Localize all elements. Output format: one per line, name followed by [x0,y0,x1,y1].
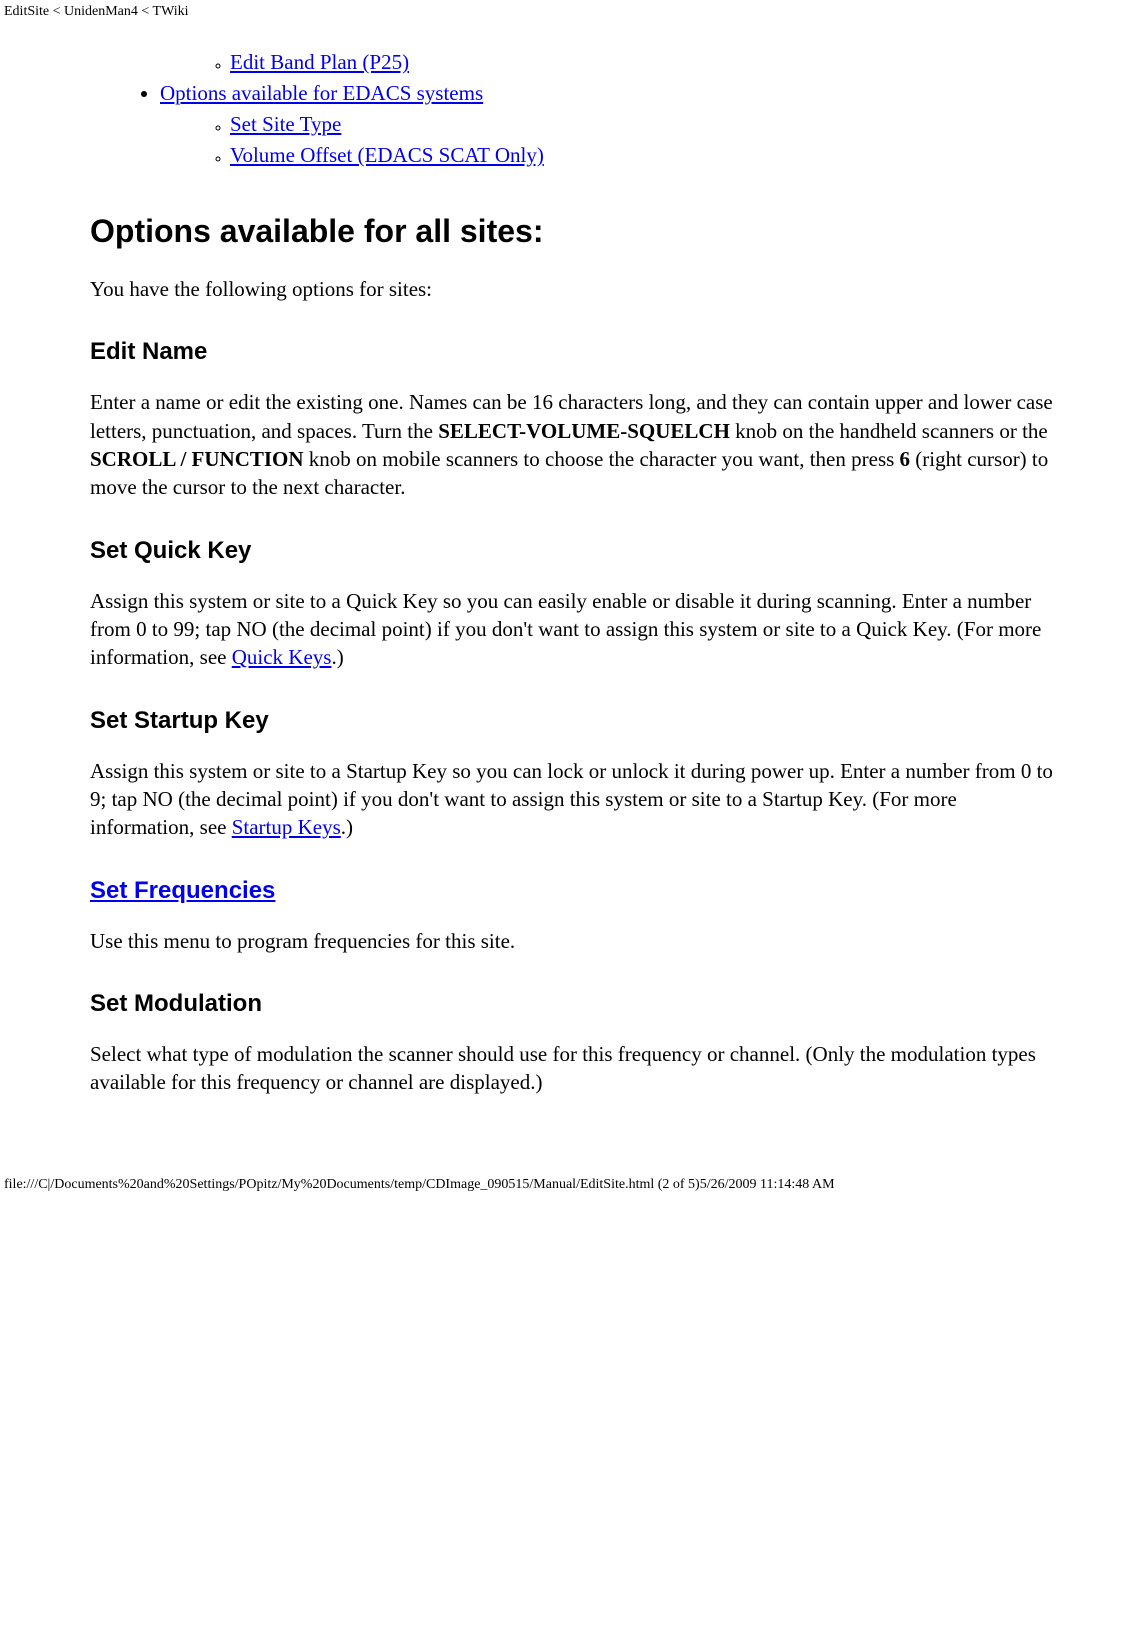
toc-sublist-1: Set Site Type Volume Offset (EDACS SCAT … [160,112,1055,168]
toc-link-volume-offset[interactable]: Volume Offset (EDACS SCAT Only) [230,143,544,167]
heading-set-frequencies: Set Frequencies [90,877,1055,905]
toc-link-edacs-options[interactable]: Options available for EDACS systems [160,81,483,105]
toc-sublist-0: Edit Band Plan (P25) [160,50,1055,75]
link-set-frequencies[interactable]: Set Frequencies [90,877,275,904]
heading-set-modulation: Set Modulation [90,990,1055,1018]
text-set-modulation: Select what type of modulation the scann… [90,1040,1055,1097]
main-content: Edit Band Plan (P25) Options available f… [90,50,1055,1097]
heading-options-all-sites: Options available for all sites: [90,213,1055,250]
page-header-breadcrumb: EditSite < UnidenMan4 < TWiki [0,0,1145,20]
bold-scroll-function: SCROLL / FUNCTION [90,447,304,471]
text-edit-name-mid2: knob on mobile scanners to choose the ch… [304,447,900,471]
text-edit-name-mid1: knob on the handheld scanners or the [730,419,1048,443]
link-quick-keys[interactable]: Quick Keys [232,645,332,669]
text-startup-key-post: .) [341,815,353,839]
toc-item-edacs-options: Options available for EDACS systems Set … [160,81,1055,168]
toc-item-edit-band-plan: Edit Band Plan (P25) [230,50,1055,75]
toc-list: Edit Band Plan (P25) Options available f… [90,50,1055,168]
toc-item-volume-offset: Volume Offset (EDACS SCAT Only) [230,143,1055,168]
text-quick-key-post: .) [331,645,343,669]
toc-link-edit-band-plan[interactable]: Edit Band Plan (P25) [230,50,409,74]
page-footer-path: file:///C|/Documents%20and%20Settings/PO… [0,1177,1145,1199]
bold-select-volume-squelch: SELECT-VOLUME-SQUELCH [438,419,730,443]
text-options-intro: You have the following options for sites… [90,275,1055,303]
link-startup-keys[interactable]: Startup Keys [232,815,341,839]
heading-set-startup-key: Set Startup Key [90,707,1055,735]
text-edit-name: Enter a name or edit the existing one. N… [90,388,1055,501]
heading-edit-name: Edit Name [90,338,1055,366]
text-set-frequencies: Use this menu to program frequencies for… [90,927,1055,955]
heading-set-quick-key: Set Quick Key [90,537,1055,565]
toc-item-set-site-type: Set Site Type [230,112,1055,137]
toc-link-set-site-type[interactable]: Set Site Type [230,112,341,136]
bold-six: 6 [900,447,911,471]
text-set-startup-key: Assign this system or site to a Startup … [90,757,1055,842]
text-set-quick-key: Assign this system or site to a Quick Ke… [90,587,1055,672]
